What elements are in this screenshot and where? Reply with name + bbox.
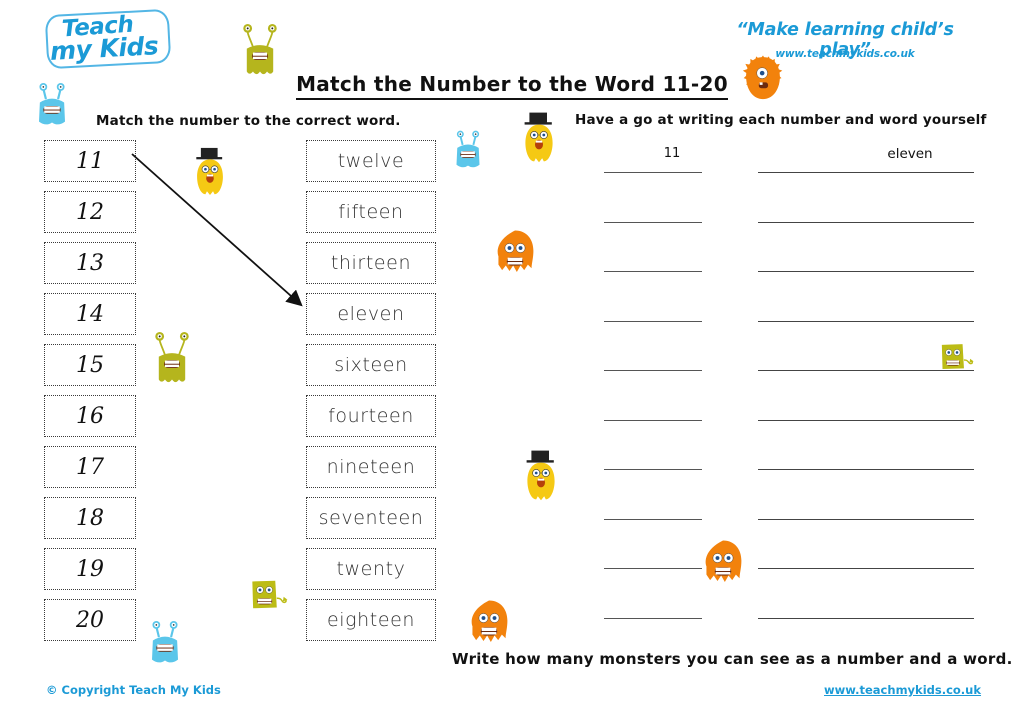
blue-monster-top-left-icon [28,80,76,132]
writing-lines-host [600,172,1000,667]
number-write-line[interactable] [604,518,702,520]
number-write-line[interactable] [604,419,702,421]
number-box[interactable]: 11 [44,140,136,182]
number-write-line[interactable] [604,617,702,619]
number-write-line[interactable] [604,320,702,322]
word-write-line[interactable] [758,518,974,520]
word-write-line[interactable] [758,419,974,421]
writing-example-number: 11 [663,146,681,161]
writing-line-pair [600,221,1000,272]
worksheet-page: Teach my Kids “Make learning child’s pla… [0,0,1024,723]
yellow-tophat-monster-2-icon [191,146,229,200]
orange-blob-monster-3-icon [466,598,512,650]
instruction-match: Match the number to the correct word. [96,113,401,129]
number-box[interactable]: 16 [44,395,136,437]
word-write-line[interactable] [758,271,974,272]
orange-blob-monster-2-icon [700,538,746,590]
word-box[interactable]: fourteen [306,395,436,437]
number-box[interactable]: 15 [44,344,136,386]
word-write-line[interactable] [758,568,974,569]
writing-line-pair [600,172,1000,222]
green-tail-monster-2-icon [247,574,289,618]
writing-line-pair [600,419,1000,470]
writing-example-row: 11 eleven [600,146,1000,172]
teach-my-kids-logo: Teach my Kids [44,8,172,70]
word-box[interactable]: eighteen [306,599,436,641]
word-box[interactable]: sixteen [306,344,436,386]
word-column: twelve fifteen thirteen eleven sixteen fourte… [306,140,436,650]
number-write-line[interactable] [604,370,702,371]
number-write-line[interactable] [604,172,702,173]
olive-monster-top-icon [238,22,282,84]
writing-practice-area: 11 eleven [600,146,1000,667]
word-write-line[interactable] [758,617,974,619]
number-box[interactable]: 12 [44,191,136,233]
instruction-writing: Have a go at writing each number and wor… [575,112,987,128]
writing-line-pair [600,617,1000,668]
writing-line-pair [600,469,1000,519]
page-title: Match the Number to the Word 11-20 [0,72,1024,100]
word-write-line[interactable] [758,469,974,470]
word-write-line[interactable] [758,172,974,173]
olive-antenna-monster-2-icon [150,330,194,392]
word-box[interactable]: fifteen [306,191,436,233]
yellow-tophat-monster-3-icon [521,448,561,506]
number-column: 11 12 13 14 15 16 17 18 19 20 [44,140,136,650]
logo-line-2: my Kids [49,31,159,66]
writing-line-pair [600,271,1000,321]
word-box[interactable]: eleven [306,293,436,335]
orange-cyclops-top-right-icon [742,54,784,104]
footer-website-link[interactable]: www.teachmykids.co.uk [824,683,981,697]
word-box[interactable]: thirteen [306,242,436,284]
number-box[interactable]: 19 [44,548,136,590]
number-write-line[interactable] [604,568,702,569]
yellow-tophat-monster-1-icon [519,110,559,168]
word-box[interactable]: nineteen [306,446,436,488]
green-tail-monster-1-icon [937,338,975,378]
number-write-line[interactable] [604,221,702,223]
blue-monster-title-icon [448,128,488,174]
writing-example-word: eleven [887,146,933,162]
number-write-line[interactable] [604,271,702,272]
word-write-line[interactable] [758,320,974,322]
number-box[interactable]: 20 [44,599,136,641]
word-box[interactable]: twenty [306,548,436,590]
number-box[interactable]: 14 [44,293,136,335]
blue-monster-bottom-icon [142,618,188,670]
footer-copyright: © Copyright Teach My Kids [46,683,221,697]
number-box[interactable]: 13 [44,242,136,284]
word-write-line[interactable] [758,221,974,223]
orange-blob-monster-1-icon [492,228,538,280]
word-box[interactable]: twelve [306,140,436,182]
writing-line-pair [600,518,1000,569]
word-box[interactable]: seventeen [306,497,436,539]
page-title-text: Match the Number to the Word 11-20 [296,72,728,100]
number-box[interactable]: 17 [44,446,136,488]
number-write-line[interactable] [604,469,702,470]
number-box[interactable]: 18 [44,497,136,539]
writing-line-pair [600,568,1000,618]
